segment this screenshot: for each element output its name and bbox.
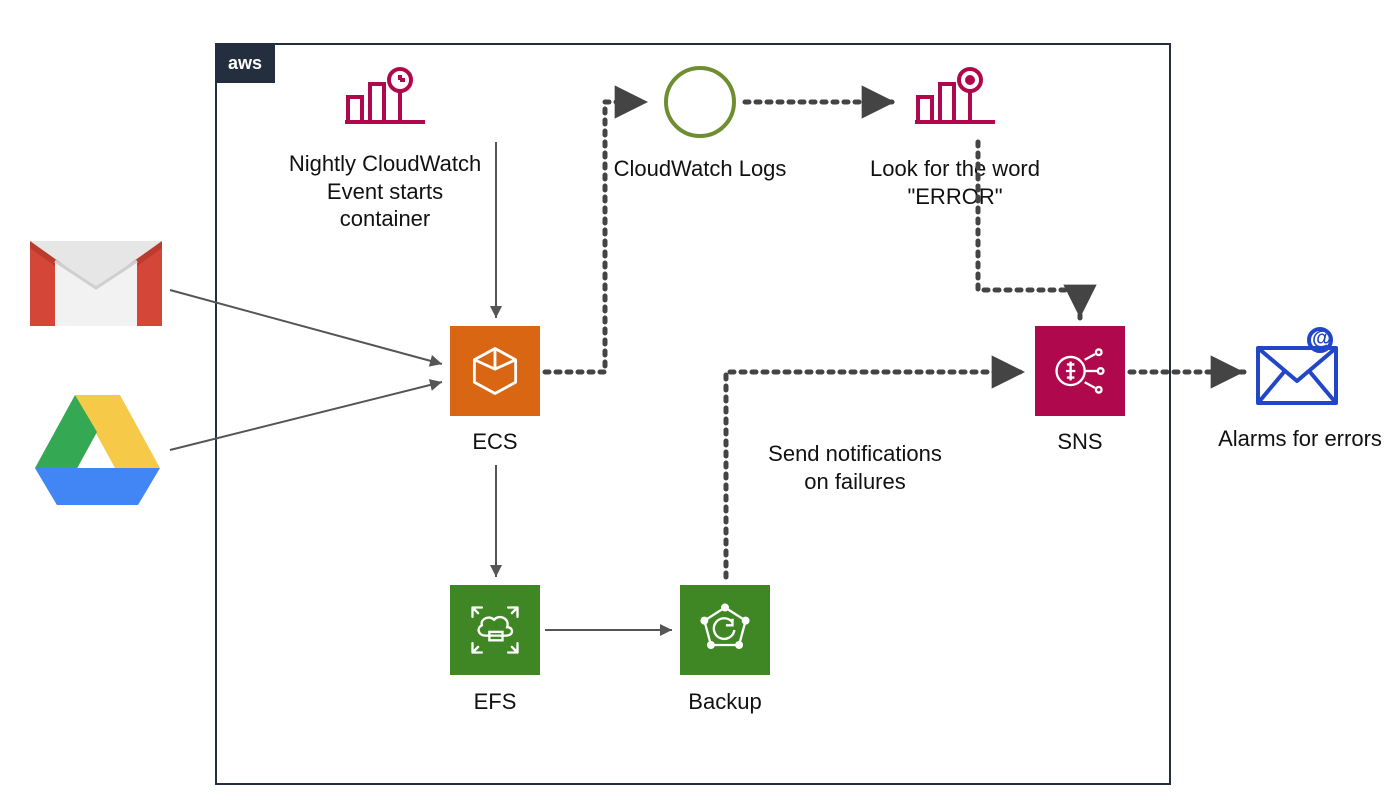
backup-icon xyxy=(680,585,770,675)
cloudwatch-event-label: Nightly CloudWatch Event starts containe… xyxy=(285,150,485,233)
alarms-label: Alarms for errors xyxy=(1210,425,1390,453)
efs-icon xyxy=(450,585,540,675)
notifications-label: Send notifications on failures xyxy=(755,440,955,495)
aws-badge: aws xyxy=(215,43,275,83)
ecs-label: ECS xyxy=(395,428,595,456)
gmail-icon xyxy=(25,226,167,336)
diagram-canvas: aws xyxy=(0,0,1394,800)
svg-text:@: @ xyxy=(1312,328,1332,350)
cloudwatch-event-icon xyxy=(340,62,430,132)
sns-icon xyxy=(1035,326,1125,416)
look-error-label: Look for the word "ERROR" xyxy=(855,155,1055,210)
cloudwatch-logs-label: CloudWatch Logs xyxy=(600,155,800,183)
look-error-icon xyxy=(910,62,1000,132)
sns-label: SNS xyxy=(980,428,1180,456)
alarms-email-icon: @ xyxy=(1250,326,1345,411)
cloudwatch-logs-icon xyxy=(660,62,740,142)
aws-badge-text: aws xyxy=(228,53,262,74)
efs-label: EFS xyxy=(395,688,595,716)
google-drive-icon xyxy=(30,390,165,510)
backup-label: Backup xyxy=(625,688,825,716)
ecs-icon xyxy=(450,326,540,416)
